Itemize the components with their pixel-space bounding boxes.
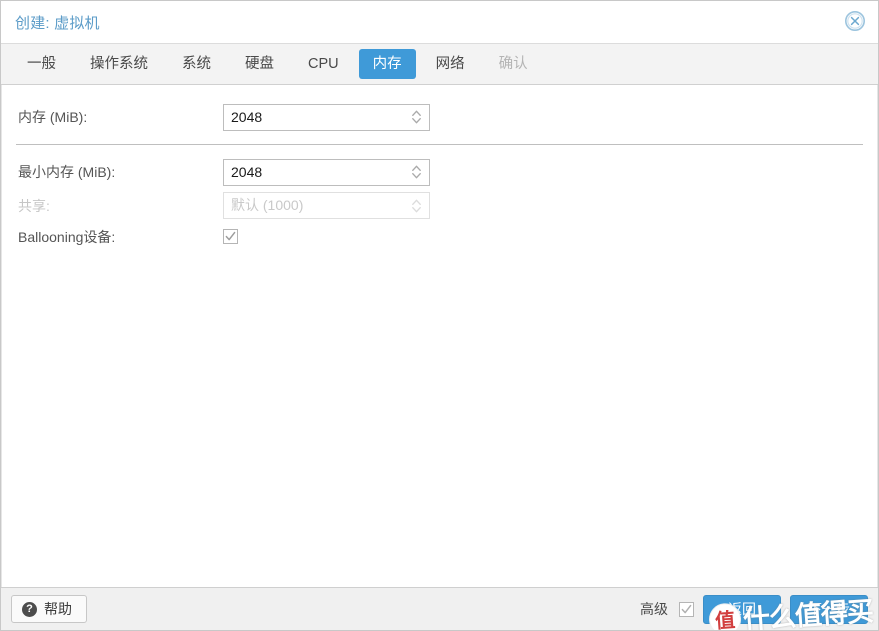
back-button[interactable]: 返回 [703, 594, 781, 624]
dialog-titlebar: 创建: 虚拟机 [1, 1, 878, 43]
shares-placeholder: 默认 (1000) [231, 197, 304, 213]
advanced-label: 高级 [640, 601, 668, 617]
advanced-checkbox[interactable] [679, 601, 694, 617]
min-memory-stepper-icon[interactable] [411, 164, 422, 180]
close-icon[interactable] [842, 8, 868, 34]
tab-memory[interactable]: 内存 [358, 49, 416, 79]
memory-panel: 内存 (MiB): 2048 最小内存 (MiB): 2048 共享: 默认 (… [1, 85, 878, 587]
tab-os[interactable]: 操作系统 [76, 49, 162, 79]
create-vm-dialog: 创建: 虚拟机 一般 操作系统 系统 硬盘 CPU 内存 网络 确认 内存 (M… [0, 0, 879, 631]
field-row-memory: 内存 (MiB): 2048 [2, 99, 877, 135]
help-button-label: 帮助 [44, 601, 72, 617]
memory-stepper-icon[interactable] [411, 109, 422, 125]
memory-form: 内存 (MiB): 2048 最小内存 (MiB): 2048 共享: 默认 (… [2, 85, 877, 252]
ballooning-label: Ballooning设备: [18, 228, 116, 245]
help-button[interactable]: ? 帮助 [11, 595, 87, 623]
min-memory-value: 2048 [231, 163, 263, 180]
memory-input[interactable]: 2048 [223, 103, 430, 131]
field-row-min-memory: 最小内存 (MiB): 2048 [2, 154, 877, 190]
tab-cpu[interactable]: CPU [294, 49, 353, 79]
shares-input: 默认 (1000) [223, 192, 430, 219]
footer-actions: 高级 返回 下一步 [640, 594, 868, 624]
field-row-shares: 共享: 默认 (1000) [2, 190, 877, 221]
dialog-title: 创建: 虚拟机 [15, 14, 100, 32]
field-row-ballooning: Ballooning设备: [2, 221, 877, 252]
ballooning-checkbox[interactable] [223, 229, 238, 244]
tab-general[interactable]: 一般 [13, 49, 70, 79]
question-mark-icon: ? [22, 601, 37, 617]
memory-value: 2048 [231, 108, 263, 125]
memory-label: 内存 (MiB): [18, 109, 88, 125]
form-divider [16, 144, 863, 145]
next-button[interactable]: 下一步 [790, 594, 868, 624]
min-memory-label: 最小内存 (MiB): [18, 164, 116, 180]
tab-network[interactable]: 网络 [422, 49, 479, 79]
shares-label: 共享: [18, 197, 50, 214]
tab-confirm: 确认 [498, 56, 528, 72]
wizard-tabbar: 一般 操作系统 系统 硬盘 CPU 内存 网络 确认 [1, 43, 878, 85]
min-memory-input[interactable]: 2048 [223, 158, 430, 186]
dialog-footer: ? 帮助 高级 返回 下一步 值 什么值得买 [1, 587, 878, 630]
tab-system[interactable]: 系统 [168, 49, 225, 79]
shares-stepper-icon [411, 198, 422, 214]
tab-disk[interactable]: 硬盘 [231, 49, 288, 79]
